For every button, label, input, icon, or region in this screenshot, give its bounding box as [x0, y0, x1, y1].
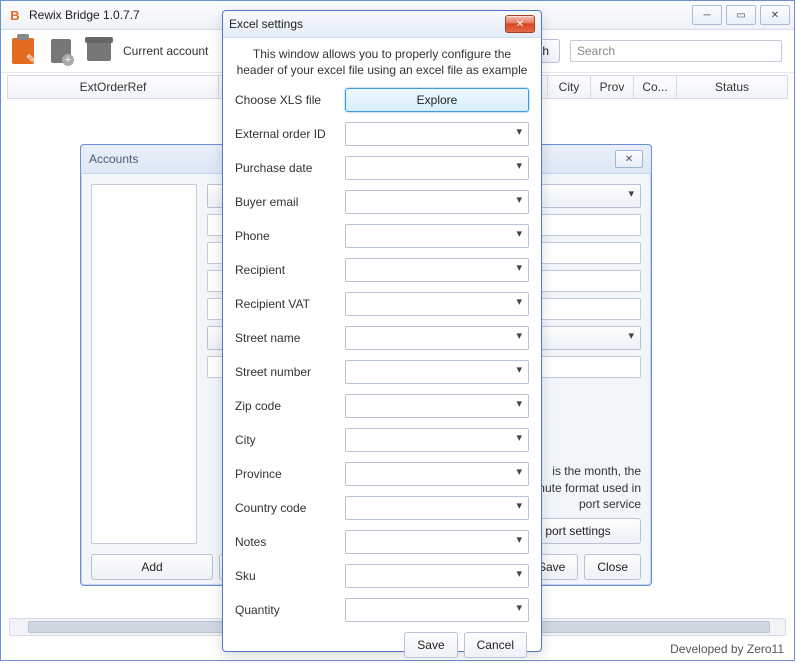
- col-co[interactable]: Co...: [634, 76, 677, 98]
- dialog-field-row: Quantity: [235, 598, 529, 622]
- dialog-field-select[interactable]: [345, 496, 529, 520]
- dialog-field-label: Recipient: [235, 263, 337, 277]
- dialog-field-select[interactable]: [345, 258, 529, 282]
- dialog-titlebar: Excel settings ✕: [223, 11, 541, 38]
- dialog-field-label: Notes: [235, 535, 337, 549]
- accounts-title-label: Accounts: [89, 152, 138, 166]
- dialog-field-row: Country code: [235, 496, 529, 520]
- accounts-close-button[interactable]: ✕: [615, 150, 643, 168]
- dialog-field-label: Country code: [235, 501, 337, 515]
- dialog-field-row: Sku: [235, 564, 529, 588]
- dialog-title-label: Excel settings: [229, 17, 303, 31]
- dialog-field-label: Quantity: [235, 603, 337, 617]
- dialog-field-label: City: [235, 433, 337, 447]
- excel-settings-dialog: Excel settings ✕ This window allows you …: [222, 10, 542, 652]
- dialog-field-select[interactable]: [345, 530, 529, 554]
- dialog-field-select[interactable]: [345, 564, 529, 588]
- col-status[interactable]: Status: [677, 76, 787, 98]
- footer-label: Developed by Zero11: [670, 642, 784, 656]
- dialog-field-row: Purchase date: [235, 156, 529, 180]
- dialog-field-row: Notes: [235, 530, 529, 554]
- dialog-field-row: City: [235, 428, 529, 452]
- dialog-field-row: Phone: [235, 224, 529, 248]
- col-prov[interactable]: Prov: [591, 76, 634, 98]
- dialog-cancel-button[interactable]: Cancel: [464, 632, 527, 658]
- current-account-label: Current account: [123, 44, 208, 58]
- dialog-field-label: Province: [235, 467, 337, 481]
- col-city[interactable]: City: [548, 76, 591, 98]
- search-placeholder: Search: [577, 44, 615, 58]
- dialog-field-row: Province: [235, 462, 529, 486]
- dialog-field-row: Street name: [235, 326, 529, 350]
- dialog-field-row: Buyer email: [235, 190, 529, 214]
- dialog-field-row: Recipient: [235, 258, 529, 282]
- new-file-icon[interactable]: [47, 37, 75, 65]
- col-extorderref[interactable]: ExtOrderRef: [8, 76, 219, 98]
- dialog-field-label: Street name: [235, 331, 337, 345]
- close-button[interactable]: ✕: [760, 5, 790, 25]
- dialog-field-label: Street number: [235, 365, 337, 379]
- dialog-field-row: Street number: [235, 360, 529, 384]
- dialog-field-label: Zip code: [235, 399, 337, 413]
- dialog-field-label: External order ID: [235, 127, 337, 141]
- dialog-field-select[interactable]: [345, 428, 529, 452]
- dialog-field-select[interactable]: [345, 462, 529, 486]
- dialog-description: This window allows you to properly confi…: [235, 46, 529, 78]
- dialog-field-select[interactable]: [345, 190, 529, 214]
- dialog-field-select[interactable]: [345, 292, 529, 316]
- maximize-button[interactable]: ▭: [726, 5, 756, 25]
- dialog-field-label: Phone: [235, 229, 337, 243]
- dialog-field-label: Recipient VAT: [235, 297, 337, 311]
- dialog-field-select[interactable]: [345, 326, 529, 350]
- dialog-field-select[interactable]: [345, 156, 529, 180]
- clipboard-icon[interactable]: [9, 37, 37, 65]
- dialog-field-label: Buyer email: [235, 195, 337, 209]
- accounts-add-button[interactable]: Add: [91, 554, 213, 580]
- dialog-field-label: Purchase date: [235, 161, 337, 175]
- dialog-field-select[interactable]: [345, 122, 529, 146]
- dialog-field-row: External order ID: [235, 122, 529, 146]
- dialog-field-select[interactable]: [345, 224, 529, 248]
- dialog-field-label: Sku: [235, 569, 337, 583]
- dialog-field-row: Zip code: [235, 394, 529, 418]
- dialog-field-select[interactable]: [345, 598, 529, 622]
- dialog-save-button[interactable]: Save: [404, 632, 457, 658]
- accounts-list[interactable]: [91, 184, 197, 544]
- search-input[interactable]: Search: [570, 40, 782, 62]
- choose-xls-label: Choose XLS file: [235, 93, 337, 107]
- app-title: Rewix Bridge 1.0.7.7: [29, 8, 140, 22]
- dialog-field-select[interactable]: [345, 394, 529, 418]
- minimize-button[interactable]: ─: [692, 5, 722, 25]
- accounts-close-button-2[interactable]: Close: [584, 554, 641, 580]
- dialog-field-select[interactable]: [345, 360, 529, 384]
- dialog-close-button[interactable]: ✕: [505, 15, 535, 33]
- explore-button[interactable]: Explore: [345, 88, 529, 112]
- dialog-field-row: Recipient VAT: [235, 292, 529, 316]
- archive-icon[interactable]: [85, 37, 113, 65]
- app-icon: B: [7, 7, 23, 23]
